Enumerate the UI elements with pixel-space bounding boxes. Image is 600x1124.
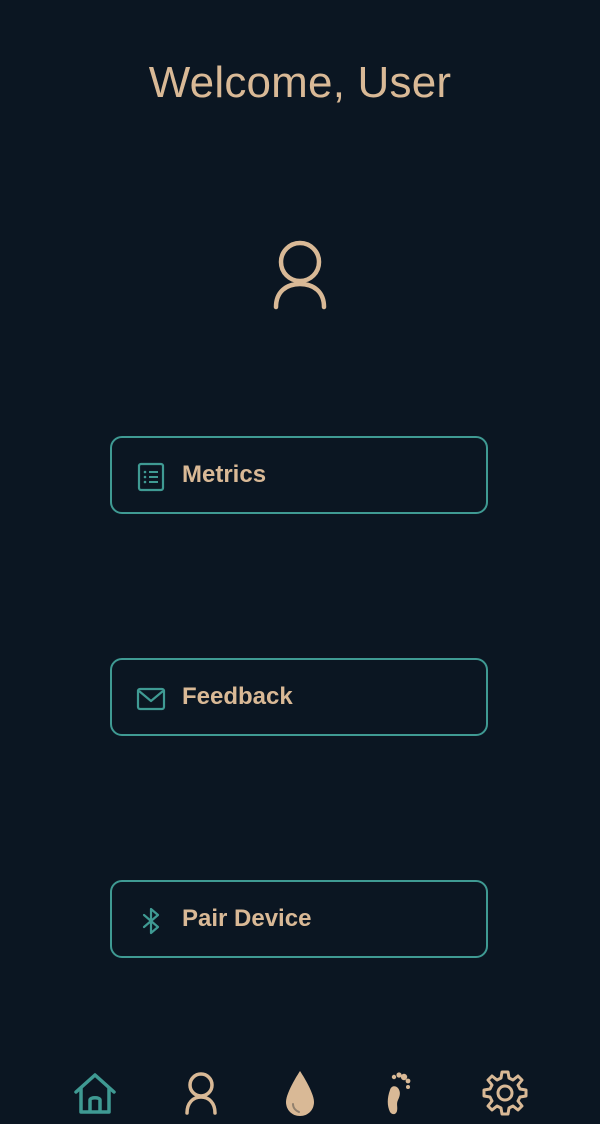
bottom-tab-bar: [0, 1060, 600, 1124]
screen: Welcome, User Metrics Feedback Pair Devi…: [0, 0, 600, 1124]
home-icon: [74, 1073, 116, 1114]
metrics-button[interactable]: Metrics: [110, 436, 488, 514]
pair-device-button[interactable]: Pair Device: [110, 880, 488, 958]
metrics-label: Metrics: [182, 461, 267, 488]
list-icon: [136, 462, 166, 492]
footprint-icon: [387, 1072, 411, 1115]
feedback-label: Feedback: [182, 683, 293, 710]
page-title: Welcome, User: [148, 58, 452, 107]
feedback-button[interactable]: Feedback: [110, 658, 488, 736]
avatar-user-icon: [270, 238, 330, 310]
drop-icon: [286, 1071, 314, 1116]
tab-home[interactable]: [70, 1068, 120, 1118]
tab-hydration[interactable]: [275, 1068, 325, 1118]
bluetooth-icon: [136, 906, 166, 936]
tab-steps[interactable]: [374, 1068, 424, 1118]
envelope-icon: [136, 684, 166, 714]
pair-device-label: Pair Device: [182, 905, 312, 932]
tab-profile[interactable]: [176, 1068, 226, 1118]
user-icon: [185, 1072, 217, 1115]
gear-icon: [482, 1070, 528, 1116]
tab-settings[interactable]: [480, 1068, 530, 1118]
